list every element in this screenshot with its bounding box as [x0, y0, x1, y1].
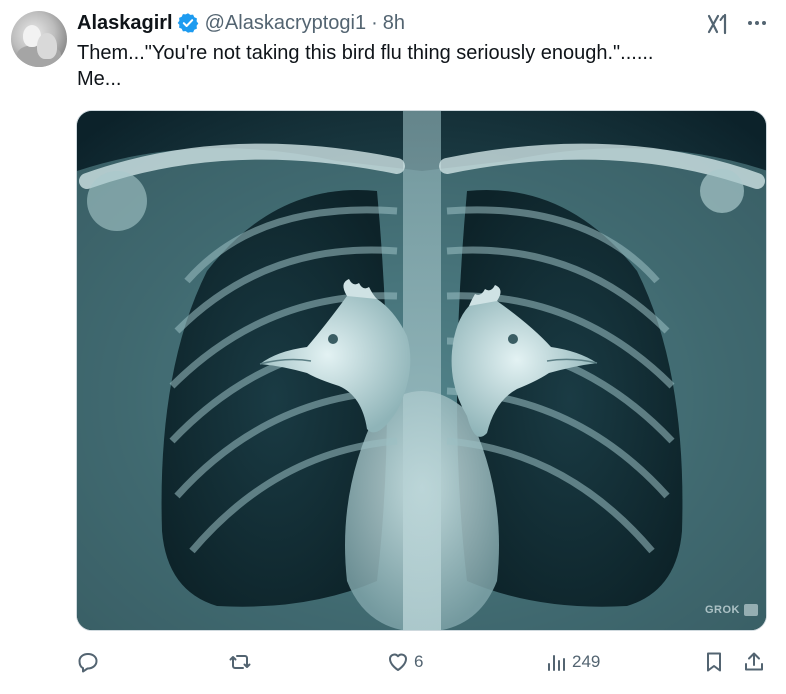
verified-badge-icon[interactable] — [177, 12, 199, 34]
tweet-text-line-2: Me... — [77, 68, 122, 90]
timestamp[interactable]: 8h — [383, 12, 405, 35]
grok-watermark: GROK — [705, 604, 758, 616]
tweet-text-line-1: Them..."You're not taking this bird flu … — [77, 42, 654, 64]
share-button[interactable] — [742, 646, 766, 678]
views-count: 249 — [572, 652, 601, 671]
retweet-icon — [229, 655, 251, 669]
grok-icon[interactable] — [706, 12, 730, 36]
avatar-face-2 — [37, 33, 57, 59]
chest-xray-image — [77, 111, 766, 630]
retweet-button[interactable] — [228, 646, 256, 678]
share-icon — [745, 652, 763, 671]
heart-icon — [389, 653, 407, 671]
tweet-text: Them..."You're not taking this bird flu … — [77, 40, 757, 92]
separator-dot: · — [371, 11, 378, 34]
reply-button[interactable] — [76, 646, 104, 678]
tweet-actions: 6 249 — [76, 646, 772, 678]
avatar[interactable] — [11, 11, 67, 67]
more-options-icon[interactable] — [742, 10, 772, 36]
views-chart-icon — [548, 655, 565, 671]
reply-icon — [78, 653, 98, 673]
like-button[interactable]: 6 — [386, 646, 423, 678]
tweet-image[interactable]: GROK — [76, 110, 767, 631]
bookmark-button[interactable] — [702, 646, 726, 678]
tweet-header: Alaskagirl @Alaskacryptogi1 · 8h — [77, 10, 405, 36]
handle[interactable]: @Alaskacryptogi1 — [205, 12, 366, 35]
views-button[interactable]: 249 — [544, 646, 600, 678]
like-count: 6 — [414, 652, 424, 671]
display-name[interactable]: Alaskagirl — [77, 12, 173, 35]
bookmark-icon — [707, 652, 721, 672]
tweet[interactable]: Alaskagirl @Alaskacryptogi1 · 8h Them...… — [0, 0, 786, 694]
